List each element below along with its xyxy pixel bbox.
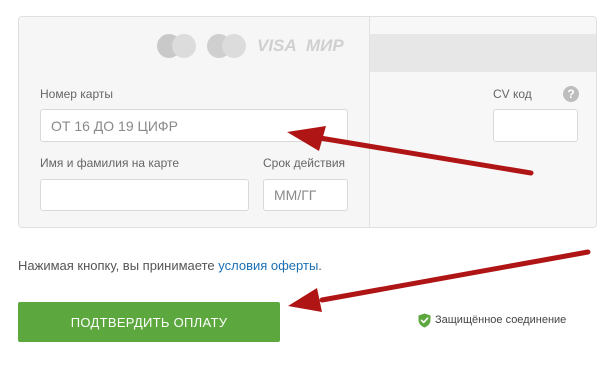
secure-label: Защищённое соединение (435, 314, 567, 326)
arrow-annotation-icon (288, 249, 591, 312)
card-form-panel: VISA МИР Номер карты Имя и фамилия на ка… (18, 16, 597, 228)
expiry-label: Срок действия (263, 156, 346, 170)
shield-check-icon (418, 313, 431, 328)
magnetic-stripe (370, 34, 596, 72)
card-number-label: Номер карты (40, 87, 113, 101)
card-front: VISA МИР Номер карты Имя и фамилия на ка… (19, 17, 370, 227)
cvv-input[interactable] (493, 109, 578, 142)
mastercard-logo-icon (157, 33, 197, 59)
confirm-payment-button[interactable]: ПОДТВЕРДИТЬ ОПЛАТУ (18, 302, 280, 342)
card-number-input[interactable] (40, 109, 348, 142)
terms-prefix: Нажимая кнопку, вы принимаете (18, 258, 219, 273)
help-icon[interactable]: ? (563, 86, 579, 102)
visa-logo-icon: VISA (257, 36, 297, 55)
terms-link[interactable]: условия оферты (218, 258, 318, 273)
expiry-input[interactable] (263, 179, 348, 211)
terms-text: Нажимая кнопку, вы принимаете условия оф… (18, 258, 322, 273)
terms-suffix: . (318, 258, 322, 273)
mir-logo-icon: МИР (306, 36, 344, 55)
cardholder-label: Имя и фамилия на карте (40, 156, 180, 170)
cvv-label: CV код (493, 87, 532, 101)
maestro-logo-icon (207, 33, 247, 59)
cardholder-input[interactable] (40, 179, 249, 211)
card-back: CV код ? (370, 17, 596, 227)
